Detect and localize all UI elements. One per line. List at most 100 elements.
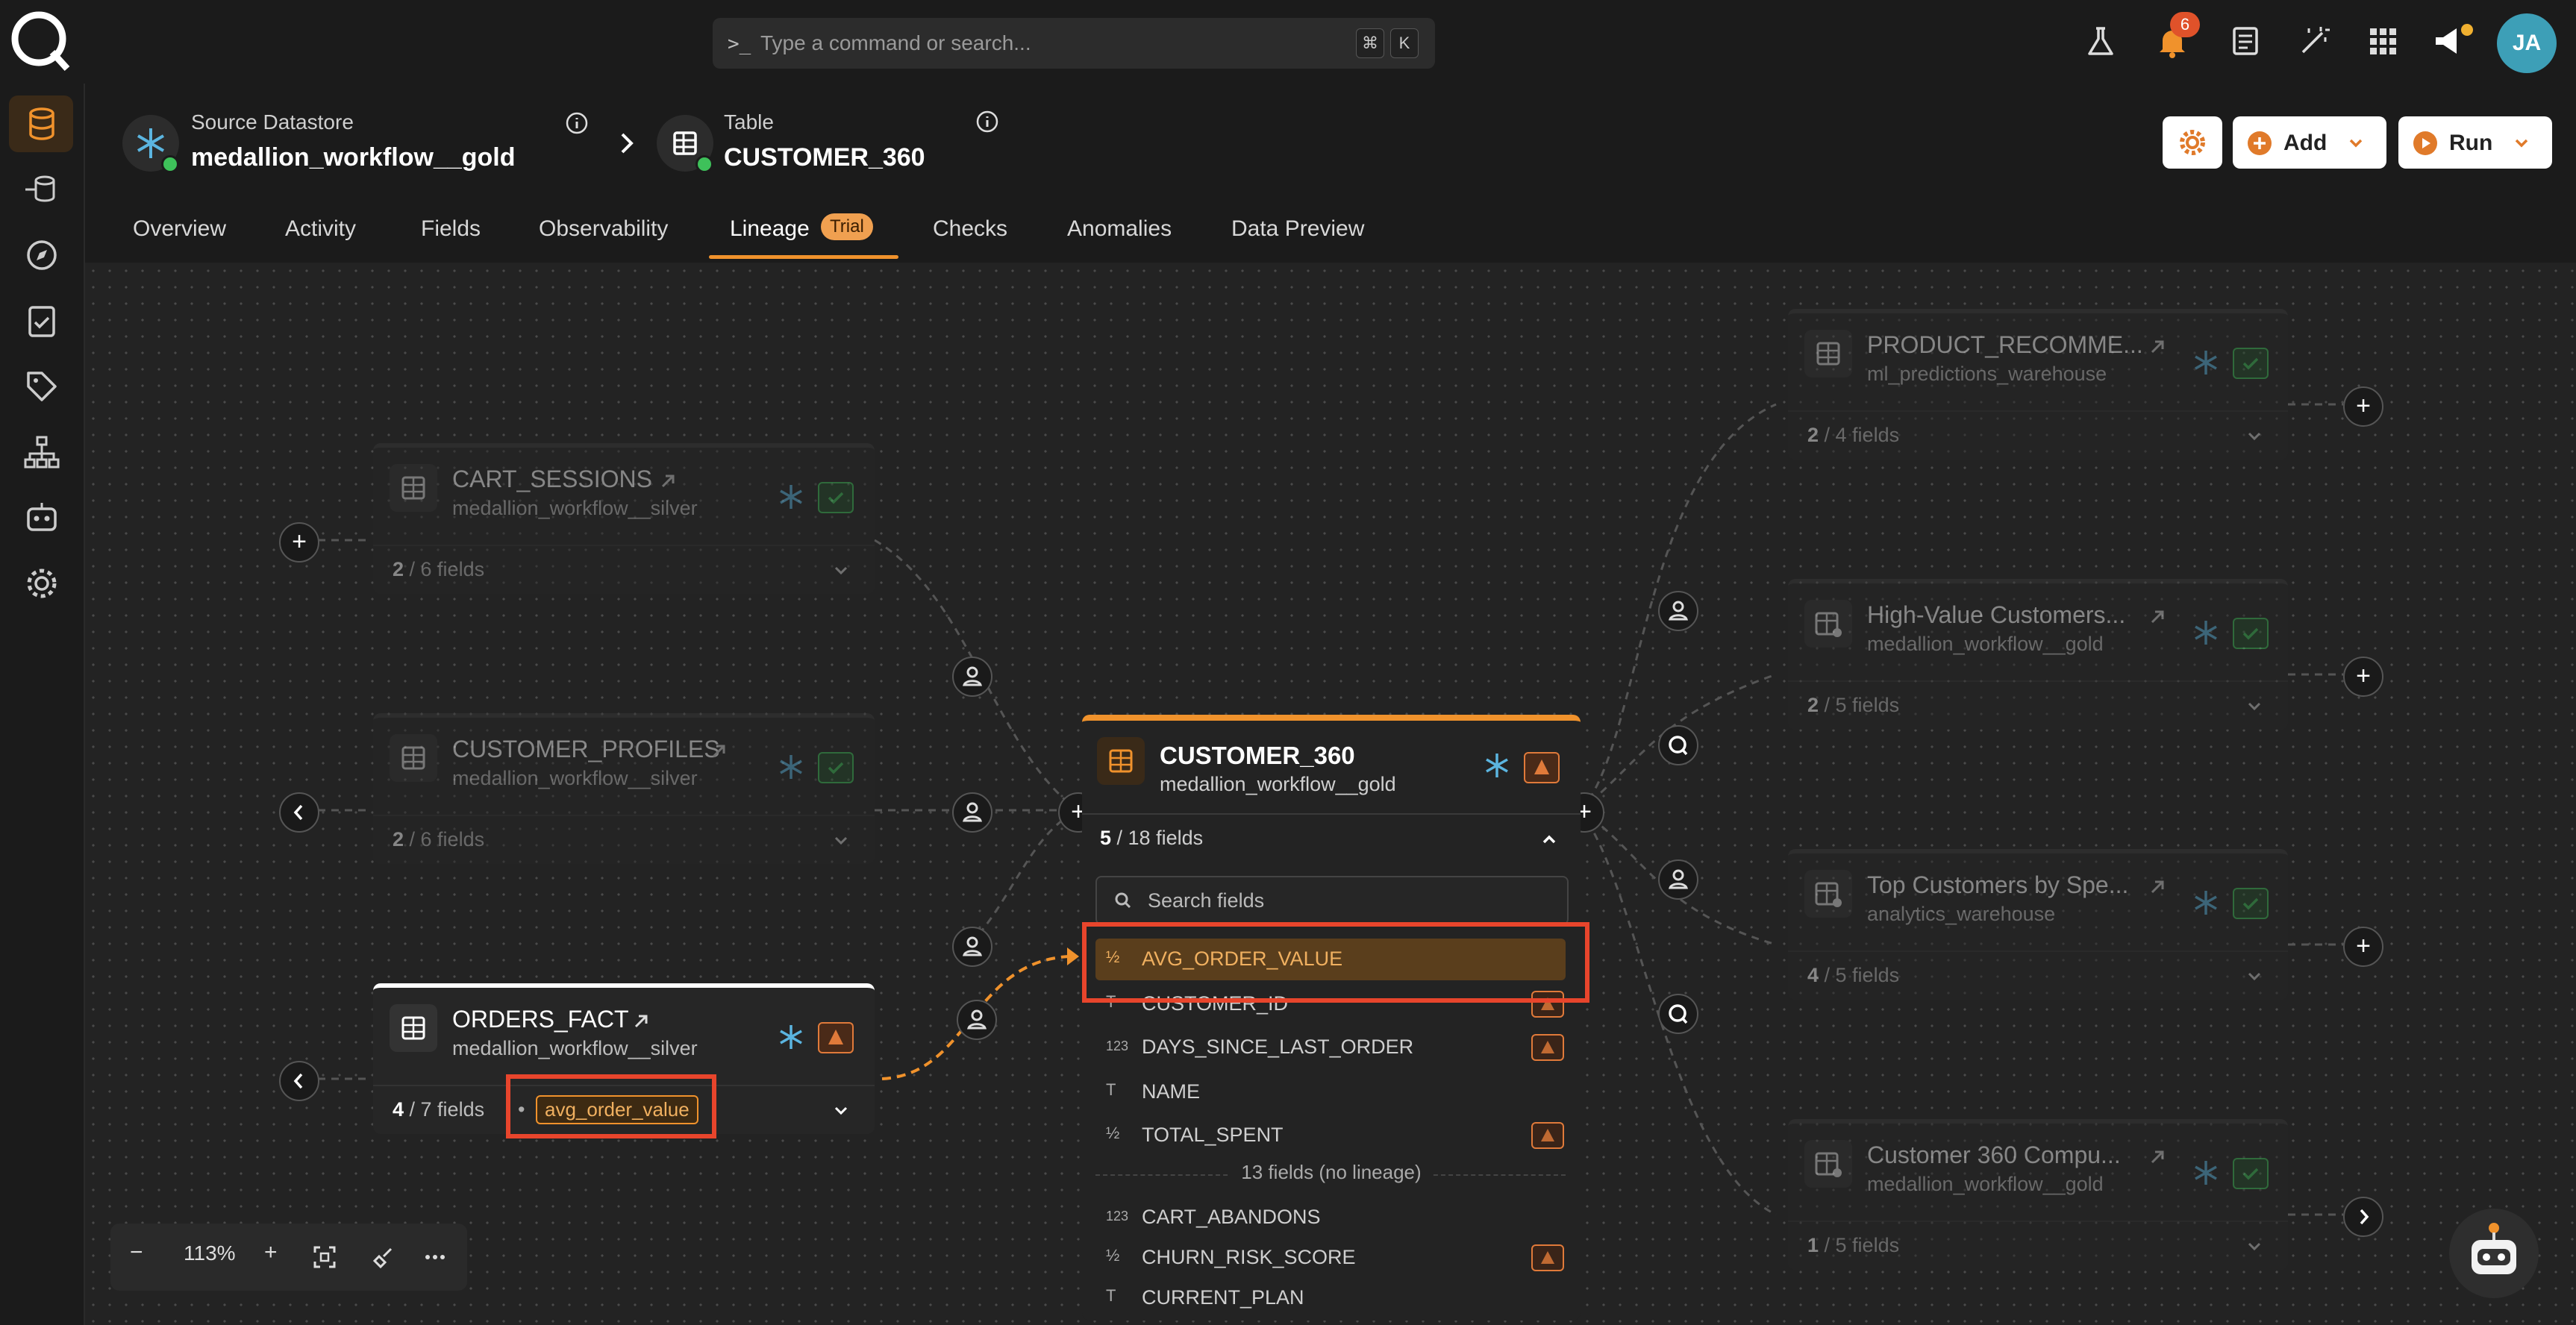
collapse-upstream-customer-profiles-button[interactable] bbox=[279, 792, 319, 833]
settings-button[interactable] bbox=[2163, 116, 2222, 169]
lineage-node-high-value-customers[interactable]: High-Value Customers... medallion_workfl… bbox=[1788, 579, 2288, 730]
datastore-info-icon[interactable] bbox=[564, 110, 590, 136]
user-avatar[interactable]: JA bbox=[2497, 13, 2557, 73]
datastore-name[interactable]: medallion_workflow__gold bbox=[191, 143, 516, 172]
user-edge-icon[interactable] bbox=[957, 1000, 997, 1040]
robot-icon[interactable] bbox=[22, 498, 61, 537]
add-button[interactable]: Add bbox=[2233, 116, 2386, 169]
check-passed-badge bbox=[2233, 888, 2269, 919]
qualytics-edge-icon[interactable] bbox=[1658, 725, 1698, 765]
field-row-current-plan[interactable]: T CURRENT_PLAN bbox=[1095, 1277, 1566, 1319]
external-link-icon[interactable] bbox=[2146, 606, 2169, 628]
chevron-down-icon[interactable] bbox=[2243, 1235, 2266, 1258]
node-footer[interactable]: 2 / 5 fields bbox=[1788, 680, 2288, 730]
lineage-node-top-customers[interactable]: Top Customers by Spe... analytics_wareho… bbox=[1788, 849, 2288, 1000]
settings-gear-icon[interactable] bbox=[22, 564, 61, 603]
user-edge-icon[interactable] bbox=[952, 657, 992, 697]
zoom-out-button[interactable]: − bbox=[130, 1240, 143, 1265]
expand-upstream-cart-sessions-button[interactable]: + bbox=[279, 522, 319, 563]
tab-data-preview[interactable]: Data Preview bbox=[1231, 216, 1364, 242]
announcement-megaphone-icon[interactable] bbox=[2431, 22, 2473, 60]
field-row-days-since-last-order[interactable]: 123 DAYS_SINCE_LAST_ORDER bbox=[1095, 1027, 1566, 1068]
apps-grid-icon[interactable] bbox=[2364, 22, 2401, 60]
fit-view-icon[interactable] bbox=[312, 1244, 337, 1270]
lineage-node-customer-360-main[interactable]: CUSTOMER_360 medallion_workflow__gold 5 … bbox=[1082, 715, 1581, 1321]
database-icon[interactable] bbox=[22, 104, 61, 143]
field-total: / 5 fields bbox=[1819, 694, 1900, 716]
external-link-icon[interactable] bbox=[657, 470, 679, 492]
add-button-label: Add bbox=[2283, 131, 2328, 155]
field-row-churn-risk-score[interactable]: ½ CHURN_RISK_SCORE bbox=[1095, 1237, 1566, 1279]
external-link-icon[interactable] bbox=[2146, 876, 2169, 898]
chevron-down-icon[interactable] bbox=[2243, 425, 2266, 448]
table-name: CUSTOMER_360 bbox=[724, 143, 925, 172]
more-options-icon[interactable] bbox=[422, 1244, 448, 1270]
command-search-input[interactable]: >_ Type a command or search... ⌘ K bbox=[713, 18, 1435, 69]
tag-icon[interactable] bbox=[22, 367, 61, 406]
external-link-icon[interactable] bbox=[630, 1010, 652, 1033]
tab-anomalies[interactable]: Anomalies bbox=[1067, 216, 1172, 242]
compass-icon[interactable] bbox=[22, 236, 61, 275]
external-link-icon[interactable] bbox=[2146, 1146, 2169, 1168]
checklist-icon[interactable] bbox=[22, 301, 61, 340]
field-row-total-spent[interactable]: ½ TOTAL_SPENT bbox=[1095, 1115, 1566, 1156]
table-info-icon[interactable] bbox=[975, 109, 1000, 134]
external-link-icon[interactable] bbox=[2146, 336, 2169, 358]
field-search-input[interactable]: Search fields bbox=[1095, 876, 1569, 925]
external-link-icon[interactable] bbox=[707, 740, 730, 762]
user-edge-icon[interactable] bbox=[1658, 859, 1698, 900]
zoom-in-button[interactable]: + bbox=[264, 1240, 278, 1265]
expand-downstream-high-value-button[interactable]: + bbox=[2343, 657, 2383, 697]
snowflake-icon bbox=[2195, 1161, 2217, 1185]
user-edge-icon[interactable] bbox=[1658, 591, 1698, 631]
expand-downstream-product-button[interactable]: + bbox=[2343, 386, 2383, 427]
field-count-header[interactable]: 5 / 18 fields bbox=[1100, 827, 1203, 850]
tab-fields[interactable]: Fields bbox=[421, 216, 481, 242]
kbd-cmd: ⌘ bbox=[1356, 28, 1384, 58]
document-icon[interactable] bbox=[2227, 22, 2264, 60]
qualytics-edge-icon[interactable] bbox=[1658, 994, 1698, 1034]
broom-clear-icon[interactable] bbox=[372, 1244, 397, 1270]
lineage-node-customer-profiles[interactable]: CUSTOMER_PROFILES medallion_workflow__si… bbox=[373, 713, 875, 864]
node-footer[interactable]: 2 / 4 fields bbox=[1788, 410, 2288, 460]
node-subtitle: medallion_workflow__gold bbox=[1867, 633, 2104, 655]
field-row-name[interactable]: T NAME bbox=[1095, 1071, 1566, 1113]
flask-icon[interactable] bbox=[2082, 22, 2119, 60]
chevron-down-icon[interactable] bbox=[2243, 695, 2266, 718]
chevron-right-icon bbox=[2360, 1209, 2369, 1225]
field-row-cart-abandons[interactable]: 123 CART_ABANDONS bbox=[1095, 1197, 1566, 1238]
user-edge-icon[interactable] bbox=[952, 792, 992, 833]
node-footer[interactable]: 4 / 5 fields bbox=[1788, 950, 2288, 1000]
data-flow-icon[interactable] bbox=[22, 170, 61, 209]
magic-wand-icon[interactable] bbox=[2295, 22, 2333, 60]
expand-downstream-customer-360-compu-button[interactable] bbox=[2343, 1197, 2383, 1237]
node-title: Top Customers by Spe... bbox=[1867, 871, 2129, 898]
chevron-up-icon[interactable] bbox=[1537, 828, 1561, 851]
collapse-upstream-orders-fact-button[interactable] bbox=[279, 1061, 319, 1101]
node-footer[interactable]: 2 / 6 fields bbox=[373, 815, 875, 864]
lineage-node-product-recomme[interactable]: PRODUCT_RECOMME... ml_predictions_wareho… bbox=[1788, 309, 2288, 460]
node-footer[interactable]: 2 / 6 fields bbox=[373, 545, 875, 594]
user-edge-icon[interactable] bbox=[952, 927, 992, 967]
node-footer[interactable]: 1 / 5 fields bbox=[1788, 1221, 2288, 1270]
tab-activity[interactable]: Activity bbox=[285, 216, 356, 242]
tab-observability[interactable]: Observability bbox=[539, 216, 668, 242]
chevron-down-icon[interactable] bbox=[830, 560, 852, 582]
gear-icon bbox=[2180, 130, 2205, 155]
hierarchy-icon[interactable] bbox=[22, 433, 61, 472]
chevron-down-icon[interactable] bbox=[2243, 965, 2266, 988]
assistant-bot-button[interactable] bbox=[2449, 1209, 2539, 1298]
chevron-down-icon[interactable] bbox=[830, 1100, 852, 1122]
anomaly-warning-badge bbox=[1531, 1034, 1564, 1061]
tab-lineage[interactable]: Lineage bbox=[730, 216, 810, 242]
table-icon bbox=[1804, 330, 1852, 378]
tab-overview[interactable]: Overview bbox=[133, 216, 226, 242]
lineage-node-customer-360-compu[interactable]: Customer 360 Compu... medallion_workflow… bbox=[1788, 1119, 2288, 1270]
app-logo-icon[interactable] bbox=[7, 7, 75, 75]
field-total: / 6 fields bbox=[404, 828, 485, 851]
expand-downstream-top-customers-button[interactable]: + bbox=[2343, 927, 2383, 967]
run-button[interactable]: Run bbox=[2398, 116, 2552, 169]
tab-checks[interactable]: Checks bbox=[933, 216, 1007, 242]
lineage-node-cart-sessions[interactable]: CART_SESSIONS medallion_workflow__silver… bbox=[373, 443, 875, 594]
chevron-down-icon[interactable] bbox=[830, 830, 852, 852]
